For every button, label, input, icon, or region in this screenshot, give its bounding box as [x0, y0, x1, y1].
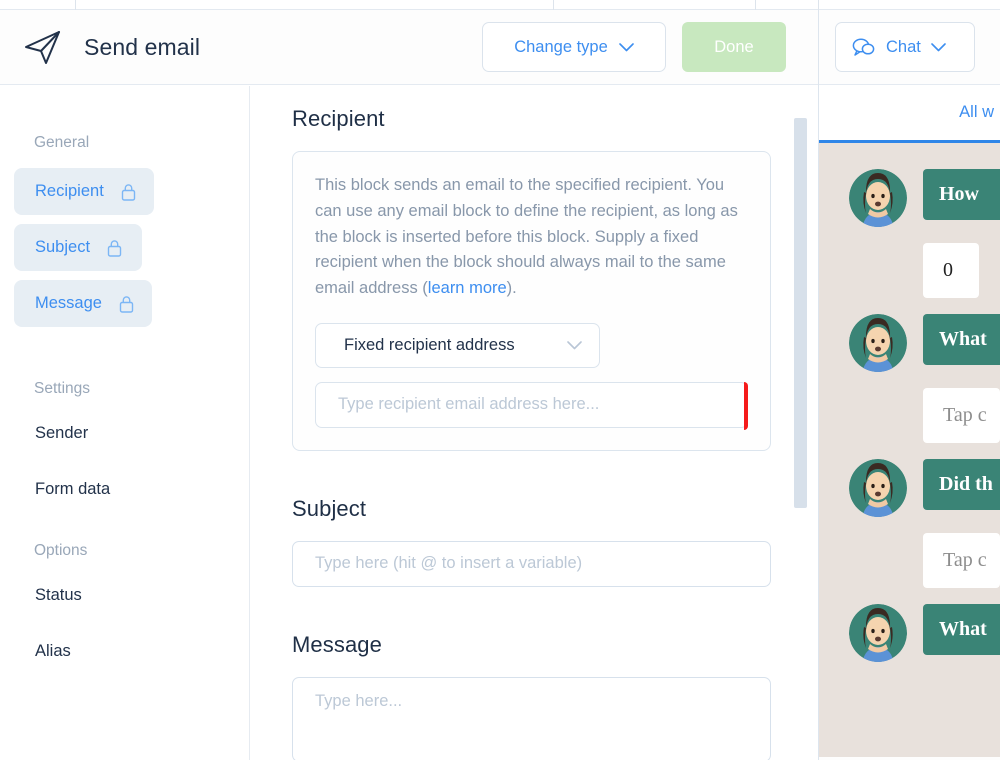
recipient-type-select[interactable]: Fixed recipient address — [315, 322, 600, 368]
message-section: Message Type here... — [292, 632, 771, 760]
avatar — [849, 169, 907, 227]
sidebar-item-label: Subject — [35, 238, 91, 256]
tab-all-workflows[interactable]: All w — [959, 103, 994, 122]
chevron-down-icon — [567, 341, 582, 350]
sidebar-item-label: Form data — [35, 479, 111, 498]
description-text-start: This block sends an email to the specifi… — [315, 176, 738, 298]
message-heading: Message — [292, 631, 382, 657]
sidebar-item-sender[interactable]: Sender — [0, 414, 249, 452]
recipient-info-card: This block sends an email to the specifi… — [292, 151, 771, 451]
subject-placeholder: Type here (hit @ to insert a variable) — [315, 554, 583, 573]
change-type-button[interactable]: Change type — [482, 22, 666, 72]
page-title: Send email — [84, 33, 201, 60]
tab-seam — [553, 0, 554, 10]
recipient-heading: Recipient — [292, 106, 385, 131]
chat-message-bot: What — [849, 314, 1000, 372]
sidebar-item-label: Sender — [35, 423, 89, 442]
chat-tab-bar: All w — [819, 85, 1000, 143]
tab-seam — [818, 0, 819, 10]
chat-bubbles-icon — [852, 38, 875, 56]
sidebar-item-label: Message — [35, 294, 102, 312]
recipient-email-input[interactable]: Type recipient email address here... — [315, 381, 748, 430]
chat-message-user: Tap c — [923, 533, 1000, 588]
paper-plane-icon — [25, 31, 60, 64]
chat-button-label: Chat — [886, 37, 921, 56]
subject-input[interactable]: Type here (hit @ to insert a variable) — [292, 540, 771, 587]
sidebar-item-form-data[interactable]: Form data — [0, 470, 249, 508]
sidebar-item-recipient[interactable]: Recipient — [14, 168, 154, 215]
sidebar-item-alias[interactable]: Alias — [0, 632, 249, 670]
done-button[interactable]: Done — [682, 22, 786, 72]
header-actions: Change type Done — [482, 22, 818, 72]
chat-message-bot: What — [849, 604, 1000, 662]
subject-section: Subject Type here (hit @ to insert a var… — [292, 496, 771, 587]
main-scrollbar-track[interactable] — [791, 86, 813, 760]
recipient-description: This block sends an email to the specifi… — [315, 173, 748, 302]
lock-icon — [119, 295, 134, 313]
recipient-email-placeholder: Type recipient email address here... — [338, 395, 600, 414]
message-placeholder: Type here... — [315, 691, 403, 710]
main-scrollbar-thumb[interactable] — [794, 118, 807, 508]
chat-dropdown-button[interactable]: Chat — [835, 22, 975, 72]
chat-bubble-user[interactable]: Tap c — [923, 388, 1000, 443]
sidebar-item-label: Alias — [35, 641, 71, 660]
chat-message-bot: Did th — [849, 459, 1000, 517]
learn-more-link[interactable]: learn more — [428, 279, 507, 297]
chat-bubble-bot: What — [923, 314, 1000, 365]
avatar — [849, 604, 907, 662]
recipient-type-value: Fixed recipient address — [344, 335, 515, 354]
tab-seam — [755, 0, 756, 10]
subject-heading: Subject — [292, 495, 367, 521]
avatar — [849, 459, 907, 517]
sidebar-item-label: Status — [35, 585, 82, 604]
change-type-label: Change type — [514, 37, 608, 56]
sidebar-item-status[interactable]: Status — [0, 576, 249, 614]
chat-bubble-user[interactable]: 0 — [923, 243, 979, 298]
sidebar-item-message[interactable]: Message — [14, 280, 152, 327]
sidebar-item-label: Recipient — [35, 182, 104, 200]
sidebar-item-subject[interactable]: Subject — [14, 224, 142, 271]
description-text-end: ). — [506, 279, 517, 298]
chevron-down-icon — [931, 42, 946, 51]
chat-message-user: Tap c — [923, 388, 1000, 443]
lock-icon — [107, 239, 122, 257]
message-input[interactable]: Type here... — [292, 676, 771, 760]
tab-seam — [75, 0, 76, 10]
top-tab-strip — [0, 0, 1000, 10]
chat-message-user: 0 — [923, 243, 1000, 298]
lock-icon — [121, 183, 135, 201]
avatar — [849, 314, 907, 372]
chat-bubble-bot: How — [923, 169, 1000, 220]
chevron-down-icon — [618, 42, 634, 51]
editor-header: Send email Change type Done — [0, 10, 818, 85]
chat-message-list: How 0 What Tap c Did th Tap c What — [819, 143, 1000, 757]
chat-preview-panel: Chat All w How 0 What Tap c Did th Tap c… — [818, 10, 1000, 760]
settings-sidebar: General Recipient Subject Message Settin… — [0, 86, 250, 760]
email-block-editor: Send email Change type Done General Reci… — [0, 0, 1000, 760]
chat-panel-header: Chat — [819, 10, 1000, 85]
chat-message-bot: How — [849, 169, 1000, 227]
sidebar-group-general: General — [34, 134, 90, 151]
chat-bubble-bot: Did th — [923, 459, 1000, 510]
chat-bubble-user[interactable]: Tap c — [923, 533, 1000, 588]
header-title-group: Send email — [0, 27, 482, 67]
chat-bubble-bot: What — [923, 604, 1000, 655]
main-form-panel: Recipient This block sends an email to t… — [251, 86, 813, 760]
sidebar-group-options: Options — [34, 542, 88, 559]
recipient-section: Recipient This block sends an email to t… — [292, 106, 771, 451]
sidebar-group-settings: Settings — [34, 380, 91, 397]
